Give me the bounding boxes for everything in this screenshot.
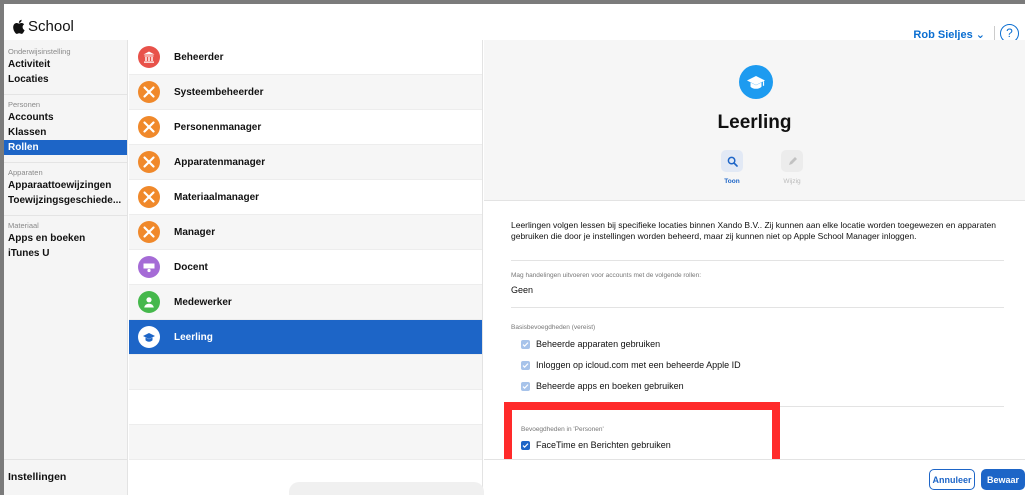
role-label: Leerling bbox=[174, 331, 213, 343]
role-label: Systeembeheerder bbox=[174, 86, 264, 98]
edit-button[interactable] bbox=[781, 150, 803, 172]
checkbox bbox=[521, 382, 530, 391]
apple-logo-icon bbox=[13, 19, 25, 34]
sidebar: Onderwijsinstelling Activiteit Locaties … bbox=[4, 40, 128, 495]
empty-row bbox=[129, 390, 482, 425]
permission-label: Inloggen op icloud.com met een beheerde … bbox=[536, 360, 741, 370]
sidebar-section-personen: Personen bbox=[8, 100, 41, 109]
divider bbox=[511, 260, 1004, 261]
tools-icon bbox=[138, 151, 160, 173]
graduation-cap-icon bbox=[739, 65, 773, 99]
check-icon bbox=[522, 342, 529, 348]
sidebar-footer: Instellingen bbox=[4, 459, 128, 495]
view-label: Toon bbox=[724, 178, 740, 185]
graduation-cap-icon bbox=[138, 326, 160, 348]
check-icon bbox=[522, 384, 529, 390]
sidebar-section-materiaal: Materiaal bbox=[8, 221, 39, 230]
role-row-leerling[interactable]: Leerling bbox=[129, 320, 482, 355]
manage-roles-value: Geen bbox=[511, 285, 534, 295]
cancel-button[interactable]: Annuleer bbox=[929, 469, 975, 490]
sidebar-divider bbox=[4, 215, 127, 216]
role-row-systeembeheerder[interactable]: Systeembeheerder bbox=[129, 75, 482, 110]
role-label: Personenmanager bbox=[174, 121, 262, 133]
building-icon bbox=[138, 46, 160, 68]
role-label: Apparatenmanager bbox=[174, 156, 266, 168]
app-title: School bbox=[28, 18, 74, 35]
tools-icon bbox=[138, 81, 160, 103]
scroll-shadow bbox=[289, 482, 484, 495]
role-row-medewerker[interactable]: Medewerker bbox=[129, 285, 482, 320]
check-icon bbox=[522, 363, 529, 369]
role-row-apparatenmanager[interactable]: Apparatenmanager bbox=[129, 145, 482, 180]
permission-label: Beheerde apparaten gebruiken bbox=[536, 339, 661, 349]
role-label: Docent bbox=[174, 261, 208, 273]
sidebar-section-apparaten: Apparaten bbox=[8, 168, 43, 177]
role-row-personenmanager[interactable]: Personenmanager bbox=[129, 110, 482, 145]
sidebar-section-onderwijsinstelling: Onderwijsinstelling bbox=[8, 47, 71, 56]
role-row-manager[interactable]: Manager bbox=[129, 215, 482, 250]
role-label: Beheerder bbox=[174, 51, 224, 63]
top-bar: School Rob Sieljes ⌄ ? bbox=[4, 4, 1025, 43]
sidebar-item-locaties[interactable]: Locaties bbox=[4, 72, 127, 87]
role-label: Manager bbox=[174, 226, 216, 238]
role-description: Leerlingen volgen lessen bij specifieke … bbox=[511, 220, 996, 241]
edit-label: Wijzig bbox=[783, 178, 801, 185]
role-list: Beheerder Systeembeheerder Personenmanag… bbox=[129, 40, 483, 495]
permission-label: Beheerde apps en boeken gebruiken bbox=[536, 381, 684, 391]
sidebar-divider bbox=[4, 162, 127, 163]
role-row-docent[interactable]: Docent bbox=[129, 250, 482, 285]
manage-roles-label: Mag handelingen uitvoeren voor accounts … bbox=[511, 272, 702, 279]
checkbox bbox=[521, 361, 530, 370]
app-brand: School bbox=[12, 18, 74, 35]
tools-icon bbox=[138, 186, 160, 208]
sidebar-item-toewijzingsgeschiedenis[interactable]: Toewijzingsgeschiede... bbox=[4, 193, 127, 208]
sidebar-item-apparaattoewijzingen[interactable]: Apparaattoewijzingen bbox=[4, 178, 127, 193]
sidebar-item-itunes-u[interactable]: iTunes U bbox=[4, 246, 127, 261]
role-row-beheerder[interactable]: Beheerder bbox=[129, 40, 482, 75]
checkbox bbox=[521, 340, 530, 349]
tools-icon bbox=[138, 116, 160, 138]
empty-row bbox=[129, 355, 482, 390]
role-row-materiaalmanager[interactable]: Materiaalmanager bbox=[129, 180, 482, 215]
divider bbox=[511, 307, 1004, 308]
detail-header: Leerling Toon Wijzig bbox=[484, 40, 1025, 201]
basic-permissions-label: Basisbevoegdheden (vereist) bbox=[511, 324, 596, 331]
sidebar-item-instellingen[interactable]: Instellingen bbox=[4, 460, 128, 494]
search-icon bbox=[727, 156, 738, 167]
action-bar: Annuleer Bewaar bbox=[484, 459, 1025, 495]
app-window: School Rob Sieljes ⌄ ? Onderwijsinstelli… bbox=[4, 4, 1025, 495]
role-label: Medewerker bbox=[174, 296, 232, 308]
teacher-icon bbox=[138, 256, 160, 278]
role-title: Leerling bbox=[717, 112, 792, 133]
pencil-icon bbox=[788, 156, 797, 165]
view-button[interactable] bbox=[721, 150, 743, 172]
empty-row bbox=[129, 425, 482, 460]
save-button[interactable]: Bewaar bbox=[981, 469, 1025, 490]
sidebar-item-accounts[interactable]: Accounts bbox=[4, 110, 127, 125]
role-label: Materiaalmanager bbox=[174, 191, 260, 203]
sidebar-item-activiteit[interactable]: Activiteit bbox=[4, 57, 127, 72]
person-icon bbox=[138, 291, 160, 313]
tools-icon bbox=[138, 221, 160, 243]
sidebar-divider bbox=[4, 94, 127, 95]
sidebar-item-klassen[interactable]: Klassen bbox=[4, 125, 127, 140]
sidebar-item-apps-en-boeken[interactable]: Apps en boeken bbox=[4, 231, 127, 246]
sidebar-item-rollen[interactable]: Rollen bbox=[4, 140, 127, 155]
